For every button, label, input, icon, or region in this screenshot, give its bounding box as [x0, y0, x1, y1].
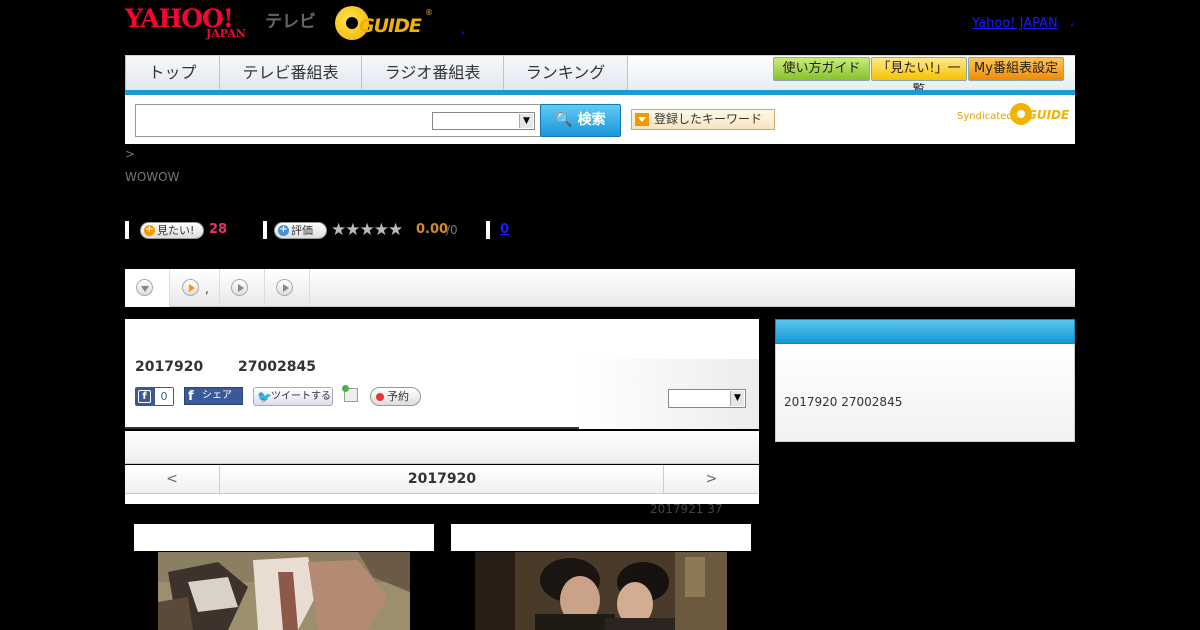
next-date-button[interactable]: > — [663, 465, 759, 494]
chevron-down-icon: ▼ — [730, 391, 744, 406]
search-button-label: 検索 — [577, 112, 606, 128]
rating-count: /0 — [446, 223, 458, 237]
reserve-button[interactable]: 予約 — [370, 387, 421, 406]
facebook-icon: f — [188, 389, 194, 404]
plus-icon: + — [144, 224, 155, 236]
tv-logo-text[interactable]: テレビ — [265, 7, 316, 32]
nav-tab-ranking[interactable]: ランキング — [504, 56, 628, 91]
couple-still-image — [475, 552, 727, 630]
syndicated-label: Syndicated — [957, 111, 1013, 122]
syndicated-gguide-logo: GUIDE — [1010, 103, 1070, 127]
review-count-link[interactable]: 0 — [500, 222, 509, 237]
update-note: 2017921 37 — [650, 502, 723, 516]
yahoo-japan-link[interactable]: Yahoo! JAPAN — [972, 16, 1058, 31]
rating-stars-icon: ★★★★★ — [331, 220, 403, 240]
gguide-registered-mark: ® — [425, 8, 433, 17]
sidebar-header — [775, 319, 1075, 344]
date-navigator: < 2017920 > — [125, 465, 759, 494]
stat-divider — [263, 221, 267, 239]
main-nav: トップ テレビ番組表 ラジオ番組表 ランキング 使い方ガイド 「見たい!」一覧 … — [125, 55, 1075, 98]
nav-tab-tv-listings[interactable]: テレビ番組表 — [220, 56, 362, 91]
saved-keywords-label: 登録したキーワード — [654, 112, 763, 126]
rating-value: 0.00 — [416, 222, 449, 237]
stat-divider — [125, 221, 129, 239]
current-date: 2017920 — [407, 471, 477, 487]
sidebar-panel: 2017920 27002845 — [775, 344, 1075, 442]
nav-tab-top[interactable]: トップ — [125, 56, 220, 91]
want-count: 28 — [209, 222, 228, 237]
search-panel: ▼ 🔍 検索 登録したキーワード Syndicated GUIDE — [125, 95, 1075, 144]
add-calendar-icon[interactable] — [342, 385, 358, 402]
usage-guide-button[interactable]: 使い方ガイド — [773, 57, 870, 81]
facebook-like-button[interactable]: f 0 — [135, 387, 174, 406]
syndicated-logo-text: GUIDE — [1027, 108, 1070, 122]
reserve-button-label: 予約 — [387, 390, 409, 403]
tweet-button-label: ツイートする — [271, 391, 331, 402]
rate-button-label: 評価 — [291, 224, 313, 237]
search-icon: 🔍 — [555, 112, 573, 128]
play-icon — [231, 279, 248, 296]
search-button[interactable]: 🔍 検索 — [540, 104, 621, 137]
twitter-bird-icon: 🐦 — [257, 390, 272, 404]
program-card-header[interactable] — [451, 524, 751, 551]
program-date: 2017920 — [135, 359, 204, 375]
yahoo-japan-logo-sub: JAPAN — [206, 27, 246, 40]
gguide-logo[interactable]: GUIDE ® — [335, 6, 435, 40]
tab-second-label: , — [205, 282, 209, 296]
chevron-down-icon: ▼ — [519, 114, 533, 128]
rate-button[interactable]: + 評価 — [274, 222, 327, 239]
play-icon — [276, 279, 293, 296]
tab-fourth[interactable] — [265, 269, 310, 307]
program-options-select[interactable]: ▼ — [668, 389, 746, 408]
saved-keywords-button[interactable]: 登録したキーワード — [631, 109, 775, 130]
stat-divider — [486, 221, 490, 239]
chevron-down-icon — [136, 279, 153, 296]
program-panel: 2017920 27002845 f 0 f シェア 🐦 ツイートする 予約 ▼ — [125, 319, 759, 429]
program-card-header[interactable] — [134, 524, 434, 551]
nav-tab-radio-listings[interactable]: ラジオ番組表 — [362, 56, 504, 91]
tweet-button[interactable]: 🐦 ツイートする — [253, 387, 333, 406]
want-button-label: 見たい! — [157, 224, 195, 237]
facebook-icon: f — [138, 390, 151, 403]
breadcrumb[interactable]: > — [125, 147, 135, 161]
play-icon — [182, 279, 199, 296]
tab-third[interactable] — [220, 269, 265, 307]
facebook-share-label: シェア — [202, 390, 232, 401]
facebook-like-count: 0 — [155, 388, 173, 405]
want-list-button[interactable]: 「見たい!」一覧 — [871, 57, 967, 98]
sidebar-program-info[interactable]: 2017920 27002845 — [784, 395, 902, 409]
program-id: 27002845 — [238, 359, 316, 375]
clothes-still-image — [158, 552, 410, 630]
want-button[interactable]: + 見たい! — [140, 222, 204, 239]
tab-second[interactable]: , — [170, 269, 220, 307]
program-subheader — [125, 431, 759, 464]
program-tabs: , — [125, 269, 1075, 307]
previous-date-button[interactable]: < — [125, 465, 220, 494]
tab-overview[interactable] — [125, 269, 170, 307]
facebook-share-button[interactable]: f シェア — [184, 387, 243, 405]
header-link-separator: , — [1070, 14, 1075, 29]
channel-name: WOWOW — [125, 170, 180, 184]
plus-icon: + — [278, 224, 289, 236]
record-dot-icon — [376, 393, 384, 401]
dropdown-arrow-icon — [635, 113, 649, 126]
gguide-logo-text: GUIDE — [359, 15, 422, 37]
my-listings-settings-button[interactable]: My番組表設定 — [968, 57, 1064, 81]
program-card-image[interactable] — [158, 552, 410, 630]
program-card-image[interactable] — [475, 552, 727, 630]
search-category-select[interactable]: ▼ — [432, 112, 535, 130]
header-separator: , — [461, 22, 465, 36]
